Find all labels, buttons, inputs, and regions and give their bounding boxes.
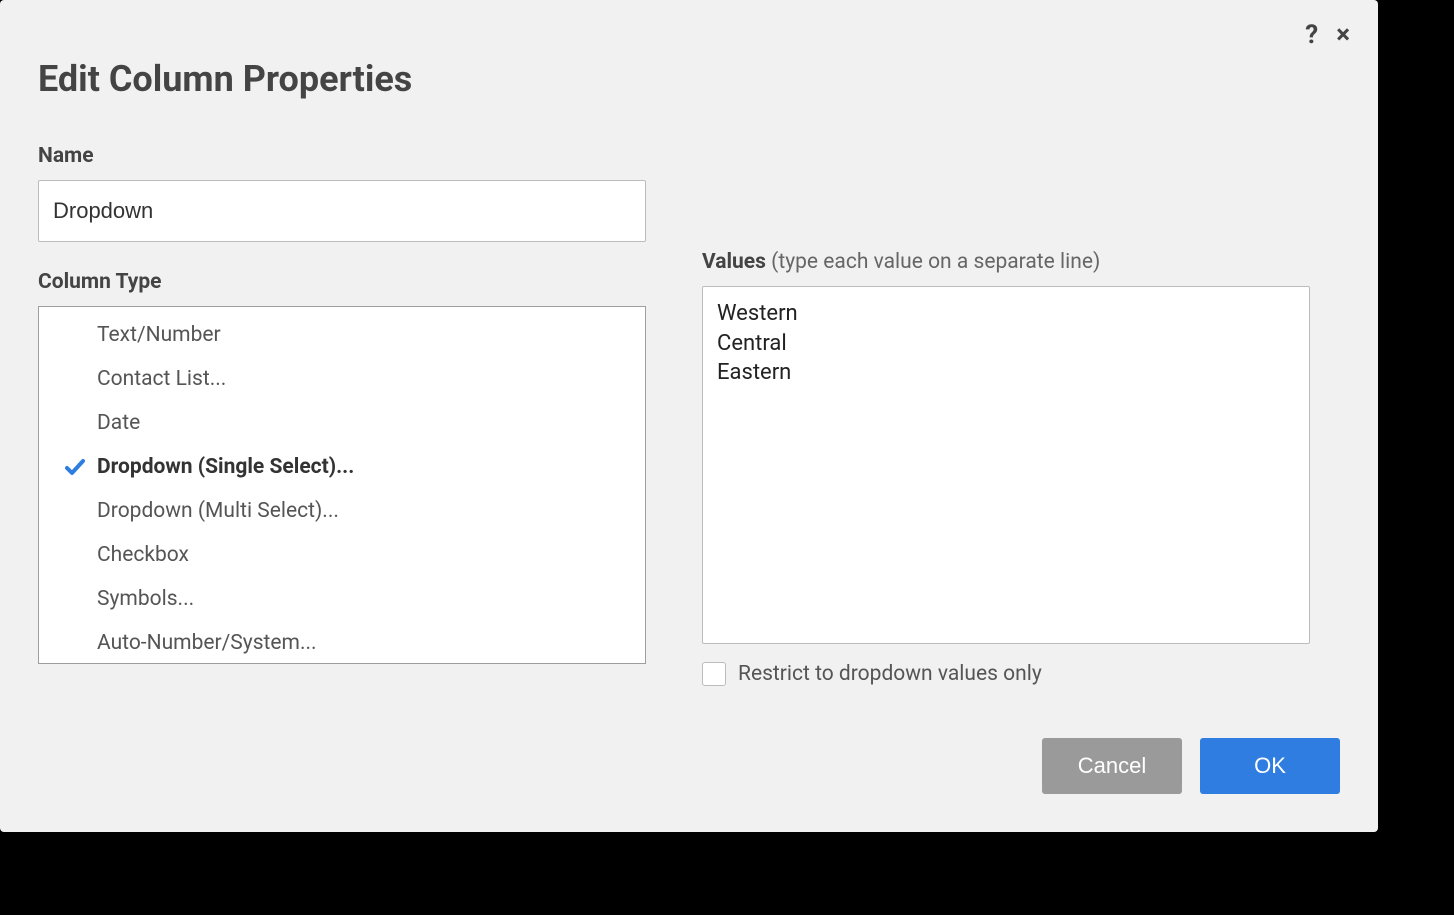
column-type-option-label: Contact List... bbox=[97, 367, 226, 391]
column-type-option[interactable]: Dropdown (Multi Select)... bbox=[39, 489, 645, 533]
column-type-option[interactable]: Symbols... bbox=[39, 577, 645, 621]
column-type-option-label: Text/Number bbox=[97, 323, 221, 347]
form-body: Name Column Type Text/Number Contact List… bbox=[38, 144, 1340, 686]
column-type-option-label: Auto-Number/System... bbox=[97, 631, 317, 655]
edit-column-properties-dialog: ? × Edit Column Properties Name Column T… bbox=[0, 0, 1378, 832]
column-type-option[interactable]: Dropdown (Single Select)... bbox=[39, 445, 645, 489]
column-type-option[interactable]: Checkbox bbox=[39, 533, 645, 577]
column-type-option[interactable]: Contact List... bbox=[39, 357, 645, 401]
name-label: Name bbox=[38, 144, 646, 168]
left-column: Name Column Type Text/Number Contact List… bbox=[38, 144, 646, 664]
dialog-title: Edit Column Properties bbox=[38, 58, 1340, 100]
column-type-option-label: Date bbox=[97, 411, 140, 435]
values-hint: (type each value on a separate line) bbox=[766, 250, 1100, 274]
column-type-option-label: Checkbox bbox=[97, 543, 189, 567]
values-label: Values (type each value on a separate li… bbox=[702, 250, 1310, 274]
column-type-label: Column Type bbox=[38, 270, 646, 294]
dialog-buttons: Cancel OK bbox=[1042, 738, 1340, 794]
dialog-controls: ? × bbox=[1305, 22, 1350, 48]
cancel-button[interactable]: Cancel bbox=[1042, 738, 1182, 794]
values-label-text: Values bbox=[702, 250, 766, 274]
column-type-option[interactable]: Date bbox=[39, 401, 645, 445]
column-type-option[interactable]: Auto-Number/System... bbox=[39, 621, 645, 664]
help-icon[interactable]: ? bbox=[1305, 22, 1318, 48]
restrict-label: Restrict to dropdown values only bbox=[738, 662, 1042, 686]
restrict-row: Restrict to dropdown values only bbox=[702, 662, 1310, 686]
column-type-option-label: Symbols... bbox=[97, 587, 194, 611]
name-input[interactable] bbox=[38, 180, 646, 242]
values-textarea[interactable]: Western Central Eastern bbox=[702, 286, 1310, 644]
right-column: Values (type each value on a separate li… bbox=[702, 250, 1310, 686]
ok-button[interactable]: OK bbox=[1200, 738, 1340, 794]
restrict-checkbox[interactable] bbox=[702, 662, 726, 686]
column-type-list[interactable]: Text/Number Contact List... Date Dropdown (… bbox=[38, 306, 646, 664]
column-type-option[interactable]: Text/Number bbox=[39, 313, 645, 357]
checkmark-icon bbox=[53, 455, 97, 479]
column-type-option-label: Dropdown (Single Select)... bbox=[97, 455, 354, 479]
close-icon[interactable]: × bbox=[1336, 22, 1350, 48]
column-type-option-label: Dropdown (Multi Select)... bbox=[97, 499, 339, 523]
